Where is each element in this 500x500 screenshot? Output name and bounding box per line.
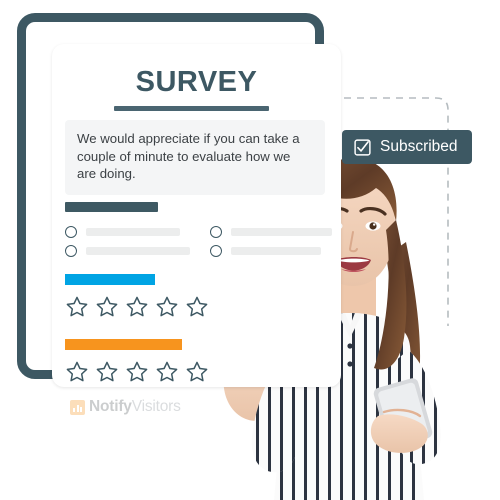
star-rating-orange[interactable] — [65, 360, 209, 384]
radio-button-icon[interactable] — [210, 245, 222, 257]
star-icon[interactable] — [125, 360, 149, 384]
option-column-right — [210, 224, 332, 262]
list-item[interactable] — [210, 243, 332, 262]
bar-chart-icon — [70, 399, 85, 415]
survey-card: SURVEY We would appreciate if you can ta… — [52, 44, 341, 387]
star-icon[interactable] — [95, 295, 119, 319]
star-icon[interactable] — [185, 360, 209, 384]
brand-name-bold: Notify — [89, 398, 132, 415]
brand-name: NotifyVisitors — [89, 398, 181, 416]
list-item[interactable] — [65, 224, 190, 243]
star-icon[interactable] — [155, 295, 179, 319]
title-underline — [114, 106, 269, 111]
checkbox-checked-icon — [354, 138, 371, 156]
illustration-canvas: SURVEY We would appreciate if you can ta… — [0, 0, 500, 500]
radio-button-icon[interactable] — [65, 245, 77, 257]
status-badge-label: Subscribed — [380, 138, 458, 155]
list-item[interactable] — [210, 224, 332, 243]
star-icon[interactable] — [185, 295, 209, 319]
option-label-placeholder — [86, 228, 180, 236]
option-label-placeholder — [231, 228, 332, 236]
radio-button-icon[interactable] — [210, 226, 222, 238]
page-title: SURVEY — [135, 66, 258, 98]
option-column-left — [65, 224, 190, 262]
option-label-placeholder — [231, 247, 321, 255]
brand-watermark: NotifyVisitors — [70, 398, 181, 416]
intro-text: We would appreciate if you can take a co… — [65, 120, 325, 195]
status-badge[interactable]: Subscribed — [342, 130, 472, 164]
star-icon[interactable] — [65, 360, 89, 384]
list-item[interactable] — [65, 243, 190, 262]
star-icon[interactable] — [155, 360, 179, 384]
star-rating-blue[interactable] — [65, 295, 209, 319]
option-label-placeholder — [86, 247, 190, 255]
star-icon[interactable] — [65, 295, 89, 319]
survey-card-frame: SURVEY We would appreciate if you can ta… — [17, 13, 341, 387]
brand-name-light: Visitors — [131, 398, 181, 415]
question-heading-bar — [65, 202, 158, 212]
rating-label-bar-orange — [65, 339, 182, 350]
rating-label-bar-blue — [65, 274, 155, 285]
star-icon[interactable] — [125, 295, 149, 319]
radio-button-icon[interactable] — [65, 226, 77, 238]
star-icon[interactable] — [95, 360, 119, 384]
